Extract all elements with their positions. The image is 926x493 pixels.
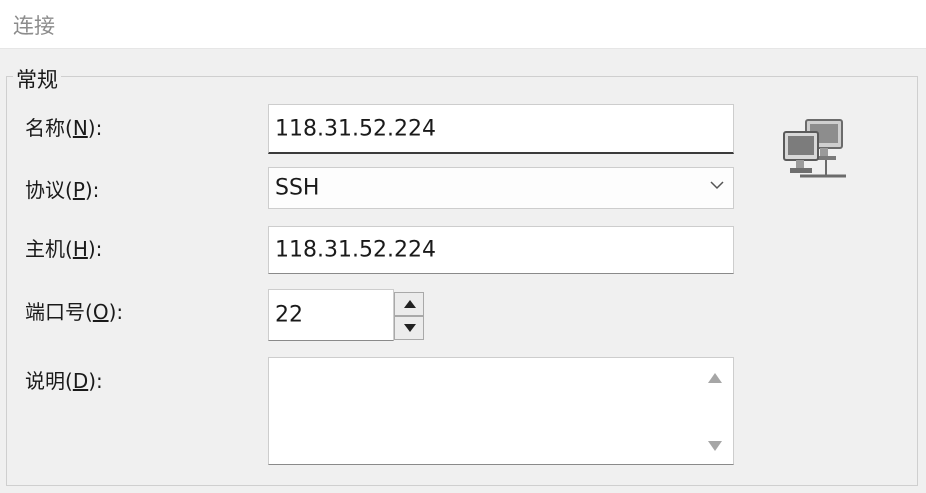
host-input[interactable]: 118.31.52.224 [268,226,734,274]
name-label: 名称(N): [25,116,103,140]
groupbox-title: 常规 [13,64,61,94]
dialog-header: 连接 [0,0,926,49]
scroll-down-icon[interactable] [707,440,723,452]
description-textarea[interactable] [268,357,734,465]
name-value: 118.31.52.224 [275,116,436,141]
port-value: 22 [275,302,303,328]
port-input[interactable]: 22 [268,289,394,341]
protocol-value: SSH [275,175,320,201]
network-computers-icon [783,119,846,178]
port-increment-button[interactable] [394,292,424,316]
protocol-label: 协议(P): [25,178,100,202]
dialog-title: 连接 [13,14,55,38]
host-label: 主机(H): [25,237,103,261]
name-input[interactable]: 118.31.52.224 [268,104,734,154]
triangle-up-icon [404,300,416,308]
description-label: 说明(D): [25,369,103,393]
port-decrement-button[interactable] [394,316,424,340]
chevron-down-icon [710,181,724,190]
host-value: 118.31.52.224 [275,237,436,263]
port-label: 端口号(O): [25,300,124,324]
scroll-up-icon[interactable] [707,372,723,384]
triangle-down-icon [404,324,416,332]
protocol-select[interactable]: SSH [268,167,734,209]
